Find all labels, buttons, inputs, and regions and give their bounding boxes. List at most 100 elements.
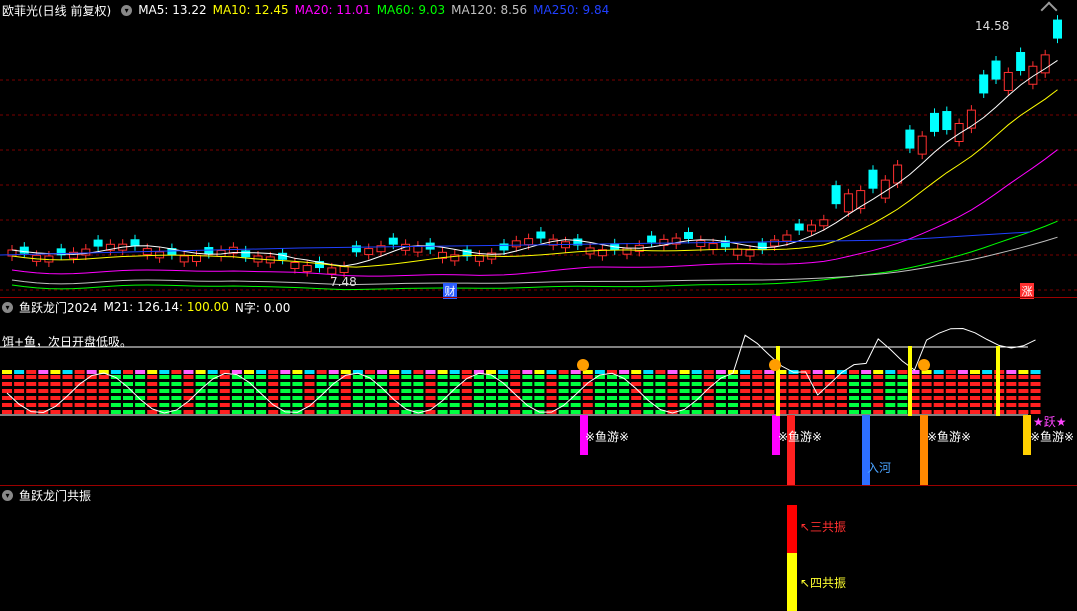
indicator-bar bbox=[728, 370, 738, 414]
indicator-bar bbox=[510, 370, 521, 414]
resonance-title[interactable]: 鱼跃龙门共振 bbox=[19, 487, 91, 504]
candle bbox=[659, 234, 669, 251]
indicator-bar bbox=[2, 370, 12, 414]
indicator-bar bbox=[207, 370, 218, 414]
money-bag-icon bbox=[577, 359, 589, 371]
indicator-bar bbox=[764, 370, 775, 414]
indicator-bar bbox=[292, 370, 303, 414]
candle bbox=[69, 247, 78, 264]
indicator-panel[interactable]: 饵+鱼，次日开盘低吸。 ※鱼游※ ※鱼游※ 入河 ※鱼游※ ★跃★ ※鱼游※ bbox=[0, 318, 1077, 485]
indicator-bar bbox=[74, 370, 85, 414]
candle bbox=[671, 233, 681, 250]
indicator-bar bbox=[437, 370, 448, 414]
low-price-label: 7.48 bbox=[330, 275, 357, 289]
indicator-bar bbox=[352, 370, 363, 414]
candle bbox=[794, 219, 804, 235]
indicator-bar bbox=[643, 370, 654, 414]
resonance-panel[interactable]: ↖三共振 ↖四共振 bbox=[0, 505, 1077, 611]
indicator-bar bbox=[328, 370, 339, 414]
ma-line bbox=[11, 236, 1058, 286]
chevron-down-icon[interactable]: ▾ bbox=[2, 489, 13, 501]
candle bbox=[807, 220, 816, 236]
indicator-bar bbox=[957, 370, 968, 414]
indicator-bar bbox=[945, 370, 956, 414]
candle bbox=[376, 240, 386, 257]
candle bbox=[966, 105, 976, 134]
price-chart bbox=[0, 15, 1077, 291]
candle bbox=[905, 125, 915, 154]
indicator-bar bbox=[183, 370, 194, 414]
indicator-chart bbox=[0, 328, 1041, 485]
signal-yuyou-4: ※鱼游※ bbox=[1030, 430, 1075, 444]
indicator-bar bbox=[849, 370, 859, 414]
candle bbox=[438, 247, 447, 264]
indicator-bar bbox=[147, 370, 158, 414]
indicator-bar bbox=[1030, 370, 1041, 414]
resonance-legend: ▾ 鱼跃龙门共振 bbox=[0, 485, 97, 505]
candle bbox=[1003, 67, 1013, 96]
indicator-bar bbox=[607, 370, 617, 414]
indicator-bar bbox=[800, 370, 811, 414]
candle bbox=[351, 240, 361, 257]
candle bbox=[696, 235, 706, 252]
resonance-four-label: ↖四共振 bbox=[800, 576, 847, 590]
indicator-bar bbox=[14, 370, 25, 414]
candle bbox=[733, 244, 743, 261]
candle bbox=[19, 242, 29, 259]
indicator-bar bbox=[401, 370, 412, 414]
indicator-bar bbox=[594, 370, 605, 414]
candle bbox=[56, 243, 66, 260]
indicator-bar bbox=[26, 370, 37, 414]
ma-line bbox=[11, 60, 1058, 267]
candle bbox=[536, 227, 546, 244]
high-price-label: 14.58 bbox=[975, 19, 1010, 33]
candle bbox=[228, 242, 238, 259]
signal-line bbox=[908, 346, 912, 416]
money-bag-icon bbox=[769, 359, 781, 371]
indicator-title[interactable]: 鱼跃龙门2024 bbox=[19, 299, 98, 316]
candle bbox=[708, 238, 718, 255]
candle bbox=[1028, 61, 1038, 90]
indicator-bar bbox=[38, 370, 49, 414]
m21-value: : 100.00 bbox=[179, 300, 229, 314]
indicator-bar bbox=[498, 370, 509, 414]
candle bbox=[597, 244, 607, 261]
m21-label: M21: 126.14 bbox=[103, 300, 180, 314]
candle bbox=[745, 244, 755, 261]
indicator-bar bbox=[788, 370, 799, 414]
indicator-bar bbox=[861, 370, 872, 414]
indicator-bar bbox=[280, 370, 291, 414]
candle bbox=[942, 106, 952, 135]
candle bbox=[315, 256, 324, 273]
indicator-bar bbox=[340, 370, 351, 414]
candle bbox=[81, 244, 91, 261]
indicator-bar bbox=[982, 370, 993, 414]
indicator-bar bbox=[691, 370, 702, 414]
indicator-bar bbox=[86, 370, 97, 414]
candle bbox=[7, 245, 17, 261]
candle bbox=[511, 235, 521, 252]
signal-yuyou-3: ※鱼游※ bbox=[927, 430, 972, 444]
indicator-bar bbox=[752, 370, 763, 414]
n-label: N字: 0.00 bbox=[234, 300, 291, 315]
signal-line bbox=[996, 346, 1000, 416]
indicator-bar bbox=[921, 370, 932, 414]
indicator-bar bbox=[897, 370, 908, 414]
candle bbox=[770, 235, 780, 251]
indicator-bar bbox=[546, 370, 557, 414]
indicator-bar bbox=[582, 370, 593, 414]
candle bbox=[573, 233, 583, 250]
price-chart-panel[interactable]: 14.58 7.48 财 涨 bbox=[0, 0, 1077, 299]
candle bbox=[93, 235, 103, 252]
money-bag-icon bbox=[918, 359, 930, 371]
indicator-bar bbox=[534, 370, 545, 414]
indicator-bar bbox=[1018, 370, 1029, 414]
indicator-bar bbox=[135, 370, 146, 414]
indicator-bar bbox=[159, 370, 170, 414]
candle bbox=[179, 250, 189, 267]
indicator-bar bbox=[836, 370, 847, 414]
chevron-down-icon[interactable]: ▾ bbox=[2, 301, 13, 313]
indicator-bar bbox=[123, 370, 133, 414]
candle bbox=[831, 180, 841, 209]
indicator-bar bbox=[740, 370, 751, 414]
